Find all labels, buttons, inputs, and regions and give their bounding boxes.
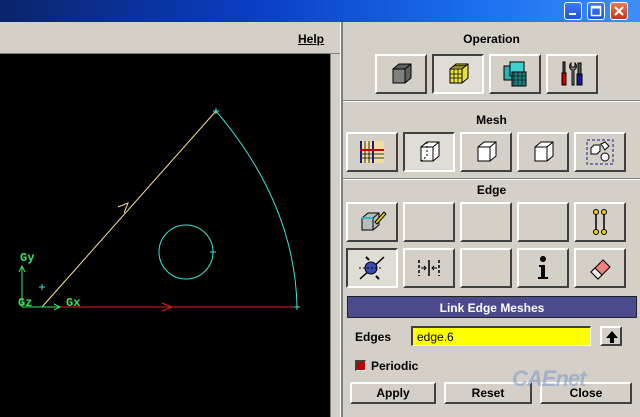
mesh-faces-button[interactable] [460, 132, 512, 172]
mesh-title: Mesh [476, 113, 507, 127]
link-edge-meshes-title: Link Edge Meshes [347, 296, 637, 318]
mesh-edges-button[interactable] [403, 132, 455, 172]
mesh-edge-button[interactable] [346, 202, 398, 242]
info-button[interactable] [517, 248, 569, 288]
menubar: Help [0, 22, 340, 54]
link-edge-button[interactable] [346, 248, 398, 288]
edge-nodes-icon [593, 209, 607, 235]
mesh-edge-icon [361, 211, 387, 231]
graphics-viewport[interactable]: Gy Gz Gx [0, 54, 330, 417]
operation-title: Operation [463, 32, 520, 46]
mesh-faces-icon [477, 141, 497, 162]
edges-label: Edges [355, 330, 392, 344]
help-menu[interactable]: Help [298, 32, 324, 46]
mesh-button[interactable] [432, 54, 484, 94]
tools-button[interactable] [546, 54, 598, 94]
mesh-edges-icon [420, 141, 440, 162]
zones-icon [503, 61, 527, 87]
periodic-label: Periodic [371, 359, 419, 373]
edge-grading-icon [418, 260, 440, 276]
mesh-icon [449, 63, 469, 84]
separator-1 [343, 100, 640, 102]
mesh-group-button[interactable] [574, 132, 626, 172]
edge-title: Edge [476, 183, 507, 197]
eraser-icon [590, 259, 611, 280]
zones-button[interactable] [489, 54, 541, 94]
arrow-up-icon [606, 331, 618, 343]
arc-edge [215, 110, 298, 308]
close-icon [614, 6, 624, 16]
eraser-button[interactable] [574, 248, 626, 288]
geometry-icon [392, 63, 412, 84]
separator-2 [343, 178, 640, 180]
gx-label: Gx [66, 296, 80, 310]
minimize-button[interactable] [564, 2, 582, 20]
edge-nodes-button[interactable] [574, 202, 626, 242]
command-panel: Operation Mesh Edge Link Edge Meshes Edg… [343, 22, 640, 417]
close-window-button[interactable] [610, 2, 628, 20]
maximize-icon [590, 5, 602, 17]
periodic-checkbox[interactable] [355, 360, 366, 371]
maximize-button[interactable] [587, 2, 605, 20]
vertex-bottom-right [294, 304, 300, 310]
hole-circle [158, 224, 214, 280]
edge-grading-button[interactable] [403, 248, 455, 288]
apply-button[interactable]: Apply [350, 382, 436, 404]
gy-label: Gy [20, 251, 34, 265]
tools-icon [561, 61, 583, 86]
mesh-volumes-button[interactable] [517, 132, 569, 172]
edges-input[interactable] [411, 326, 591, 346]
watermark-logo: CAEnet [512, 366, 586, 391]
mesh-group-icon [586, 139, 614, 165]
window-titlebar [0, 0, 640, 22]
mesh-volumes-icon [534, 141, 554, 162]
boundary-layer-icon [360, 141, 384, 163]
link-edge-icon [359, 256, 385, 280]
edge-blank-button-1[interactable] [403, 202, 455, 242]
edges-select-button[interactable] [600, 326, 622, 346]
geometry-canvas: Gy Gz Gx [18, 108, 300, 312]
gz-label: Gz [18, 296, 32, 310]
edge-blank-button-2[interactable] [460, 202, 512, 242]
vertex-origin [39, 284, 45, 290]
edge-blank-button-3[interactable] [517, 202, 569, 242]
info-icon [538, 256, 548, 279]
boundary-layer-button[interactable] [346, 132, 398, 172]
edge-blank-button-4[interactable] [460, 248, 512, 288]
vertex-circle [210, 249, 216, 255]
viewport-scrollbar[interactable] [330, 54, 340, 417]
diagonal-edge [41, 110, 217, 308]
minimize-icon [569, 13, 576, 15]
geometry-button[interactable] [375, 54, 427, 94]
